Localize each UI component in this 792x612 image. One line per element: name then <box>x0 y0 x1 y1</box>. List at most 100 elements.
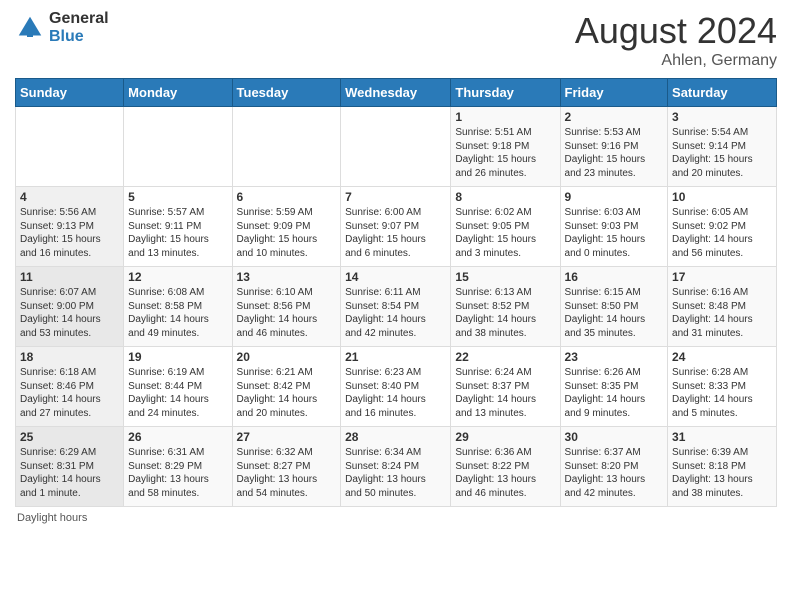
day-info: Sunrise: 6:02 AM Sunset: 9:05 PM Dayligh… <box>455 206 555 260</box>
logo: General Blue <box>15 10 109 46</box>
day-number: 3 <box>672 110 772 124</box>
day-cell <box>124 107 232 187</box>
day-number: 26 <box>128 430 227 444</box>
day-cell: 26 Sunrise: 6:31 AM Sunset: 8:29 PM Dayli… <box>124 427 232 507</box>
day-number: 28 <box>345 430 446 444</box>
day-number: 18 <box>20 350 119 364</box>
day-number: 9 <box>565 190 664 204</box>
col-header-thursday: Thursday <box>451 79 560 107</box>
week-row-5: 25 Sunrise: 6:29 AM Sunset: 8:31 PM Dayli… <box>16 427 777 507</box>
day-cell: 25 Sunrise: 6:29 AM Sunset: 8:31 PM Dayli… <box>16 427 124 507</box>
day-number: 2 <box>565 110 664 124</box>
day-info: Sunrise: 6:07 AM Sunset: 9:00 PM Dayligh… <box>20 286 119 340</box>
logo-icon <box>15 13 45 43</box>
day-cell <box>341 107 451 187</box>
logo-general: General <box>49 10 109 28</box>
day-cell: 31 Sunrise: 6:39 AM Sunset: 8:18 PM Dayli… <box>668 427 777 507</box>
day-cell: 17 Sunrise: 6:16 AM Sunset: 8:48 PM Dayli… <box>668 267 777 347</box>
week-row-4: 18 Sunrise: 6:18 AM Sunset: 8:46 PM Dayli… <box>16 347 777 427</box>
day-number: 11 <box>20 270 119 284</box>
day-info: Sunrise: 6:21 AM Sunset: 8:42 PM Dayligh… <box>237 366 337 420</box>
day-info: Sunrise: 6:28 AM Sunset: 8:33 PM Dayligh… <box>672 366 772 420</box>
day-cell: 4Sunrise: 5:56 AM Sunset: 9:13 PM Daylig… <box>16 187 124 267</box>
header-row: SundayMondayTuesdayWednesdayThursdayFrid… <box>16 79 777 107</box>
col-header-monday: Monday <box>124 79 232 107</box>
day-info: Sunrise: 6:36 AM Sunset: 8:22 PM Dayligh… <box>455 446 555 500</box>
day-cell: 13 Sunrise: 6:10 AM Sunset: 8:56 PM Dayli… <box>232 267 341 347</box>
day-info: Sunrise: 5:54 AM Sunset: 9:14 PM Dayligh… <box>672 126 772 180</box>
day-number: 13 <box>237 270 337 284</box>
day-cell: 11 Sunrise: 6:07 AM Sunset: 9:00 PM Dayli… <box>16 267 124 347</box>
day-info: Sunrise: 6:31 AM Sunset: 8:29 PM Dayligh… <box>128 446 227 500</box>
day-info: Sunrise: 6:05 AM Sunset: 9:02 PM Dayligh… <box>672 206 772 260</box>
logo-text: General Blue <box>49 10 109 46</box>
day-info: Sunrise: 6:39 AM Sunset: 8:18 PM Dayligh… <box>672 446 772 500</box>
day-cell: 12Sunrise: 6:08 AM Sunset: 8:58 PM Dayli… <box>124 267 232 347</box>
day-cell: 23Sunrise: 6:26 AM Sunset: 8:35 PM Dayli… <box>560 347 668 427</box>
day-number: 17 <box>672 270 772 284</box>
day-info: Sunrise: 6:26 AM Sunset: 8:35 PM Dayligh… <box>565 366 664 420</box>
day-number: 4 <box>20 190 119 204</box>
week-row-2: 4Sunrise: 5:56 AM Sunset: 9:13 PM Daylig… <box>16 187 777 267</box>
day-cell: 1Sunrise: 5:51 AM Sunset: 9:18 PM Daylig… <box>451 107 560 187</box>
day-info: Sunrise: 6:32 AM Sunset: 8:27 PM Dayligh… <box>237 446 337 500</box>
calendar-header: SundayMondayTuesdayWednesdayThursdayFrid… <box>16 79 777 107</box>
day-number: 20 <box>237 350 337 364</box>
week-row-1: 1Sunrise: 5:51 AM Sunset: 9:18 PM Daylig… <box>16 107 777 187</box>
day-cell: 20 Sunrise: 6:21 AM Sunset: 8:42 PM Dayli… <box>232 347 341 427</box>
day-cell: 18 Sunrise: 6:18 AM Sunset: 8:46 PM Dayli… <box>16 347 124 427</box>
calendar-body: 1Sunrise: 5:51 AM Sunset: 9:18 PM Daylig… <box>16 107 777 507</box>
day-number: 1 <box>455 110 555 124</box>
day-cell: 8 Sunrise: 6:02 AM Sunset: 9:05 PM Daylig… <box>451 187 560 267</box>
footer-note: Daylight hours <box>15 512 777 524</box>
day-cell <box>16 107 124 187</box>
month-year-title: August 2024 <box>575 10 777 52</box>
day-number: 29 <box>455 430 555 444</box>
col-header-tuesday: Tuesday <box>232 79 341 107</box>
day-number: 27 <box>237 430 337 444</box>
day-info: Sunrise: 6:29 AM Sunset: 8:31 PM Dayligh… <box>20 446 119 500</box>
day-cell: 30Sunrise: 6:37 AM Sunset: 8:20 PM Dayli… <box>560 427 668 507</box>
day-number: 25 <box>20 430 119 444</box>
day-cell: 22 Sunrise: 6:24 AM Sunset: 8:37 PM Dayli… <box>451 347 560 427</box>
day-cell: 6 Sunrise: 5:59 AM Sunset: 9:09 PM Daylig… <box>232 187 341 267</box>
day-info: Sunrise: 6:18 AM Sunset: 8:46 PM Dayligh… <box>20 366 119 420</box>
day-number: 16 <box>565 270 664 284</box>
day-cell: 7Sunrise: 6:00 AM Sunset: 9:07 PM Daylig… <box>341 187 451 267</box>
day-number: 19 <box>128 350 227 364</box>
day-number: 22 <box>455 350 555 364</box>
day-info: Sunrise: 6:10 AM Sunset: 8:56 PM Dayligh… <box>237 286 337 340</box>
logo-blue: Blue <box>49 28 109 46</box>
day-number: 6 <box>237 190 337 204</box>
day-cell: 14Sunrise: 6:11 AM Sunset: 8:54 PM Dayli… <box>341 267 451 347</box>
day-info: Sunrise: 5:59 AM Sunset: 9:09 PM Dayligh… <box>237 206 337 260</box>
day-number: 31 <box>672 430 772 444</box>
page-header: General Blue August 2024 Ahlen, Germany <box>15 10 777 70</box>
title-area: August 2024 Ahlen, Germany <box>575 10 777 70</box>
day-number: 5 <box>128 190 227 204</box>
day-info: Sunrise: 6:37 AM Sunset: 8:20 PM Dayligh… <box>565 446 664 500</box>
day-number: 8 <box>455 190 555 204</box>
day-number: 15 <box>455 270 555 284</box>
day-info: Sunrise: 6:15 AM Sunset: 8:50 PM Dayligh… <box>565 286 664 340</box>
day-cell: 24 Sunrise: 6:28 AM Sunset: 8:33 PM Dayli… <box>668 347 777 427</box>
day-info: Sunrise: 6:34 AM Sunset: 8:24 PM Dayligh… <box>345 446 446 500</box>
day-info: Sunrise: 6:13 AM Sunset: 8:52 PM Dayligh… <box>455 286 555 340</box>
day-info: Sunrise: 6:19 AM Sunset: 8:44 PM Dayligh… <box>128 366 227 420</box>
day-number: 24 <box>672 350 772 364</box>
day-number: 21 <box>345 350 446 364</box>
day-cell: 5Sunrise: 5:57 AM Sunset: 9:11 PM Daylig… <box>124 187 232 267</box>
day-cell: 21 Sunrise: 6:23 AM Sunset: 8:40 PM Dayli… <box>341 347 451 427</box>
day-info: Sunrise: 6:16 AM Sunset: 8:48 PM Dayligh… <box>672 286 772 340</box>
day-info: Sunrise: 6:23 AM Sunset: 8:40 PM Dayligh… <box>345 366 446 420</box>
col-header-wednesday: Wednesday <box>341 79 451 107</box>
day-cell: 28 Sunrise: 6:34 AM Sunset: 8:24 PM Dayli… <box>341 427 451 507</box>
day-cell: 16 Sunrise: 6:15 AM Sunset: 8:50 PM Dayli… <box>560 267 668 347</box>
day-info: Sunrise: 5:53 AM Sunset: 9:16 PM Dayligh… <box>565 126 664 180</box>
day-info: Sunrise: 6:24 AM Sunset: 8:37 PM Dayligh… <box>455 366 555 420</box>
day-cell: 10 Sunrise: 6:05 AM Sunset: 9:02 PM Dayli… <box>668 187 777 267</box>
day-number: 10 <box>672 190 772 204</box>
day-cell: 3 Sunrise: 5:54 AM Sunset: 9:14 PM Daylig… <box>668 107 777 187</box>
day-cell: 15 Sunrise: 6:13 AM Sunset: 8:52 PM Dayli… <box>451 267 560 347</box>
day-info: Sunrise: 6:08 AM Sunset: 8:58 PM Dayligh… <box>128 286 227 340</box>
